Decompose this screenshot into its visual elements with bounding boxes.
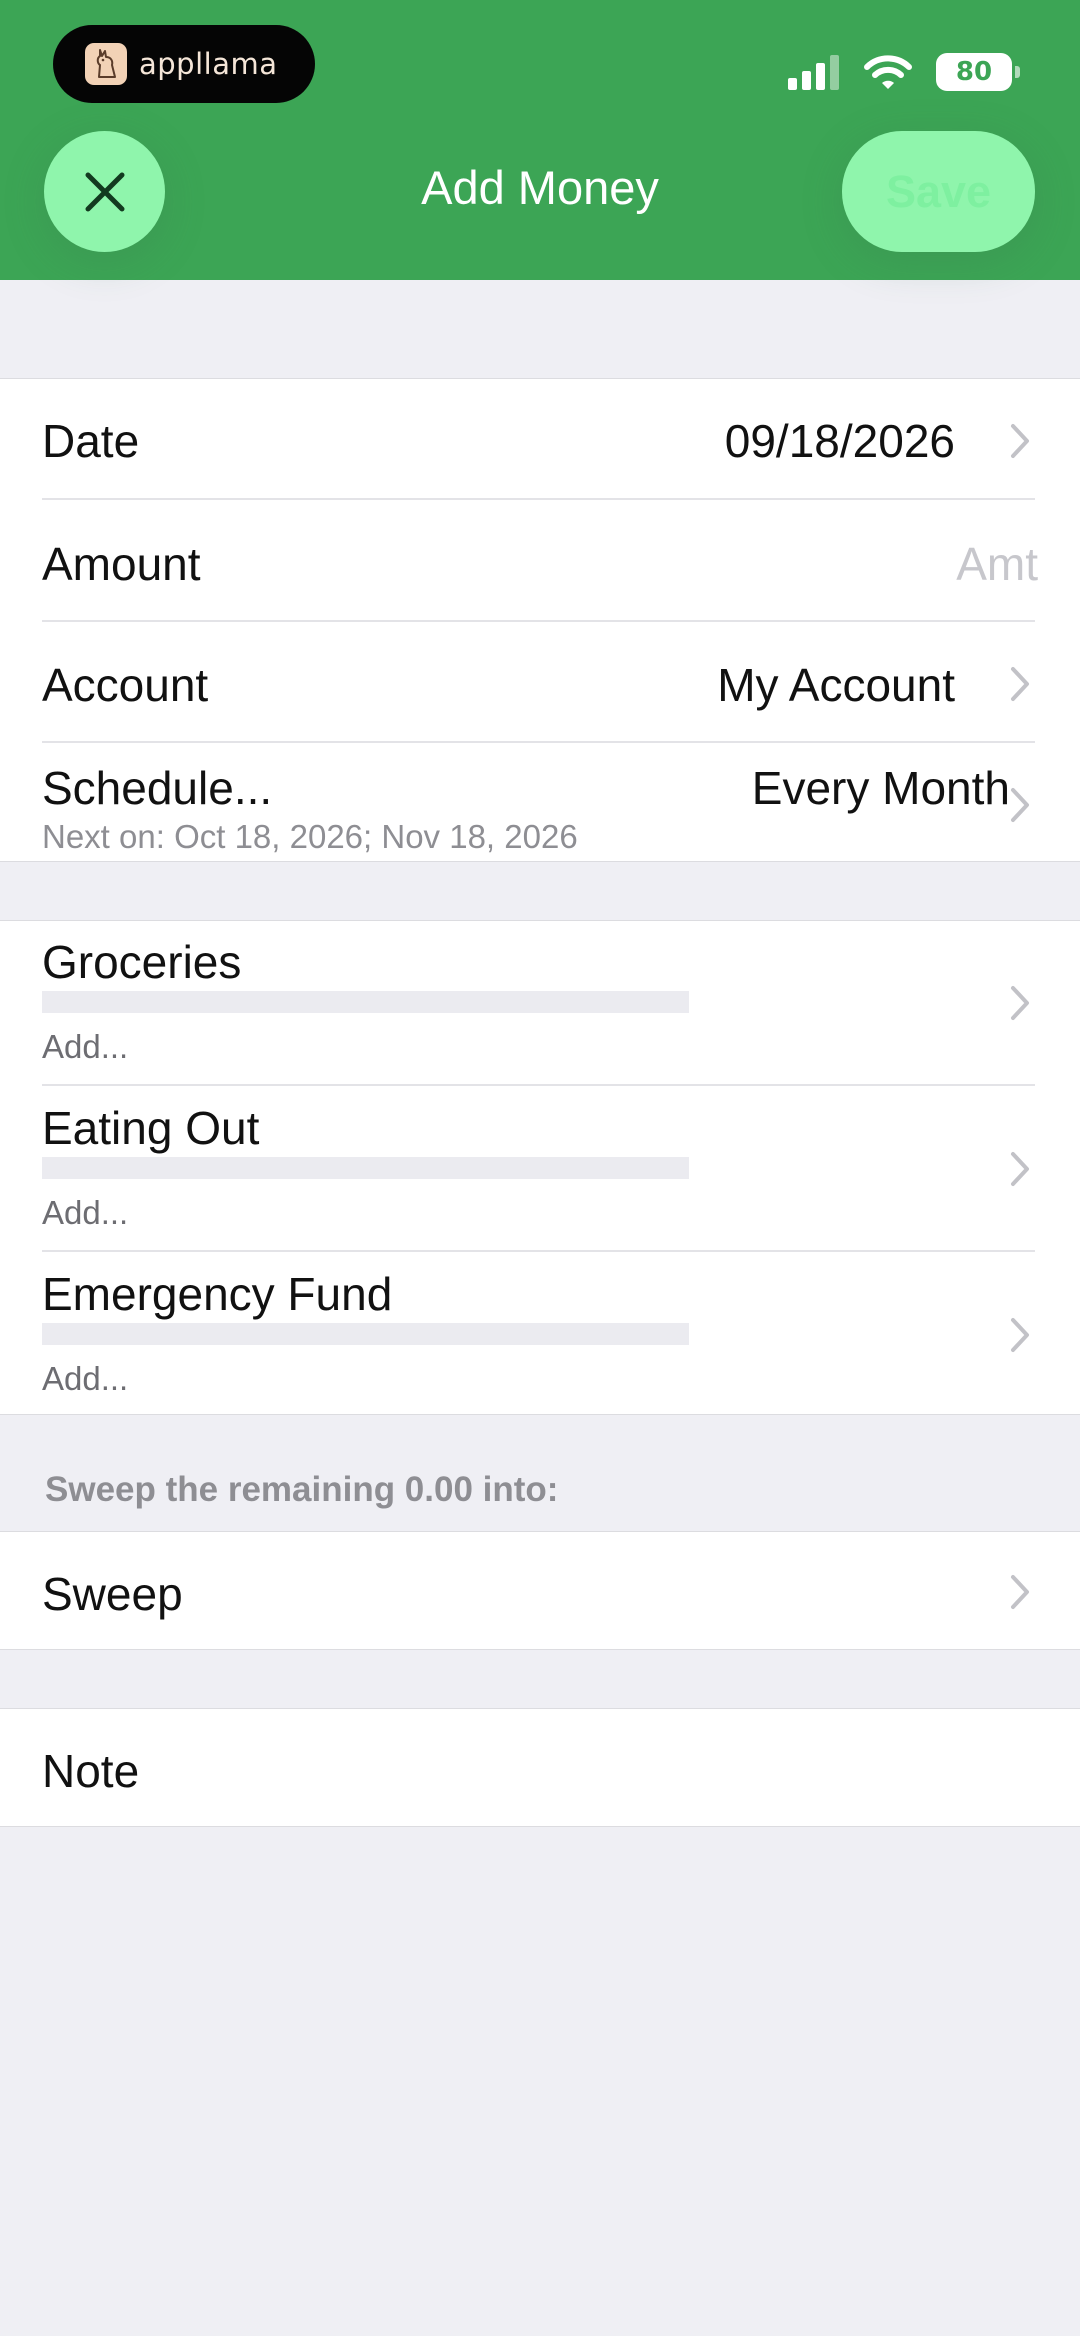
chevron-right-icon (1011, 1575, 1029, 1609)
account-row[interactable]: Account My Account (0, 622, 1080, 743)
schedule-label: Schedule... (42, 762, 273, 814)
schedule-value: Every Month (751, 762, 1010, 814)
envelope-progress-bar (42, 1157, 689, 1179)
note-section: Note (0, 1708, 1080, 1827)
account-value: My Account (717, 659, 955, 711)
envelope-progress-bar (42, 991, 689, 1013)
envelope-add-label: Add... (42, 1028, 129, 1065)
envelope-list: Groceries Add... Eating Out Add... Emerg… (0, 920, 1080, 1415)
sweep-row[interactable]: Sweep (0, 1532, 1080, 1649)
chevron-right-icon (1011, 788, 1029, 822)
chevron-right-icon (1011, 1318, 1029, 1352)
app-badge: appllama (53, 25, 315, 103)
app-badge-label: appllama (139, 47, 278, 81)
chevron-right-icon (1011, 1152, 1029, 1186)
list-item-eating-out[interactable]: Eating Out Add... (0, 1086, 1080, 1252)
date-row[interactable]: Date 09/18/2026 (0, 379, 1080, 500)
schedule-next-dates: Next on: Oct 18, 2026; Nov 18, 2026 (42, 818, 578, 855)
wifi-icon (864, 55, 912, 89)
sweep-label: Sweep (42, 1568, 183, 1620)
note-row[interactable]: Note (0, 1709, 1080, 1826)
save-button[interactable]: Save (842, 131, 1035, 252)
sweep-section-header: Sweep the remaining 0.00 into: (45, 1470, 559, 1509)
envelope-add-label: Add... (42, 1360, 129, 1397)
cellular-signal-icon (788, 55, 839, 90)
chevron-right-icon (1011, 424, 1029, 458)
date-value: 09/18/2026 (724, 415, 955, 467)
envelope-name: Eating Out (42, 1102, 260, 1154)
list-item-groceries[interactable]: Groceries Add... (0, 921, 1080, 1086)
sweep-section: Sweep (0, 1531, 1080, 1650)
battery-icon: 80 (936, 53, 1020, 91)
battery-level: 80 (955, 57, 993, 87)
date-label: Date (42, 415, 140, 467)
chevron-right-icon (1011, 667, 1029, 701)
llama-logo-icon (85, 43, 127, 85)
status-icons: 80 (788, 48, 1020, 96)
envelope-progress-bar (42, 1323, 689, 1345)
transaction-form: Date 09/18/2026 Amount Amt Account My Ac… (0, 378, 1080, 862)
nav-header: appllama 80 Add Money Save (0, 0, 1080, 280)
account-label: Account (42, 659, 209, 711)
envelope-name: Groceries (42, 936, 242, 988)
amount-label: Amount (42, 538, 201, 590)
amount-input[interactable]: Amt (956, 537, 1038, 591)
note-field[interactable]: Note (42, 1744, 139, 1798)
chevron-right-icon (1011, 986, 1029, 1020)
amount-row[interactable]: Amount Amt (0, 500, 1080, 622)
envelope-add-label: Add... (42, 1194, 129, 1231)
list-item-emergency-fund[interactable]: Emergency Fund Add... (0, 1252, 1080, 1416)
envelope-name: Emergency Fund (42, 1268, 393, 1320)
schedule-row[interactable]: Schedule... Every Month Next on: Oct 18,… (0, 743, 1080, 863)
